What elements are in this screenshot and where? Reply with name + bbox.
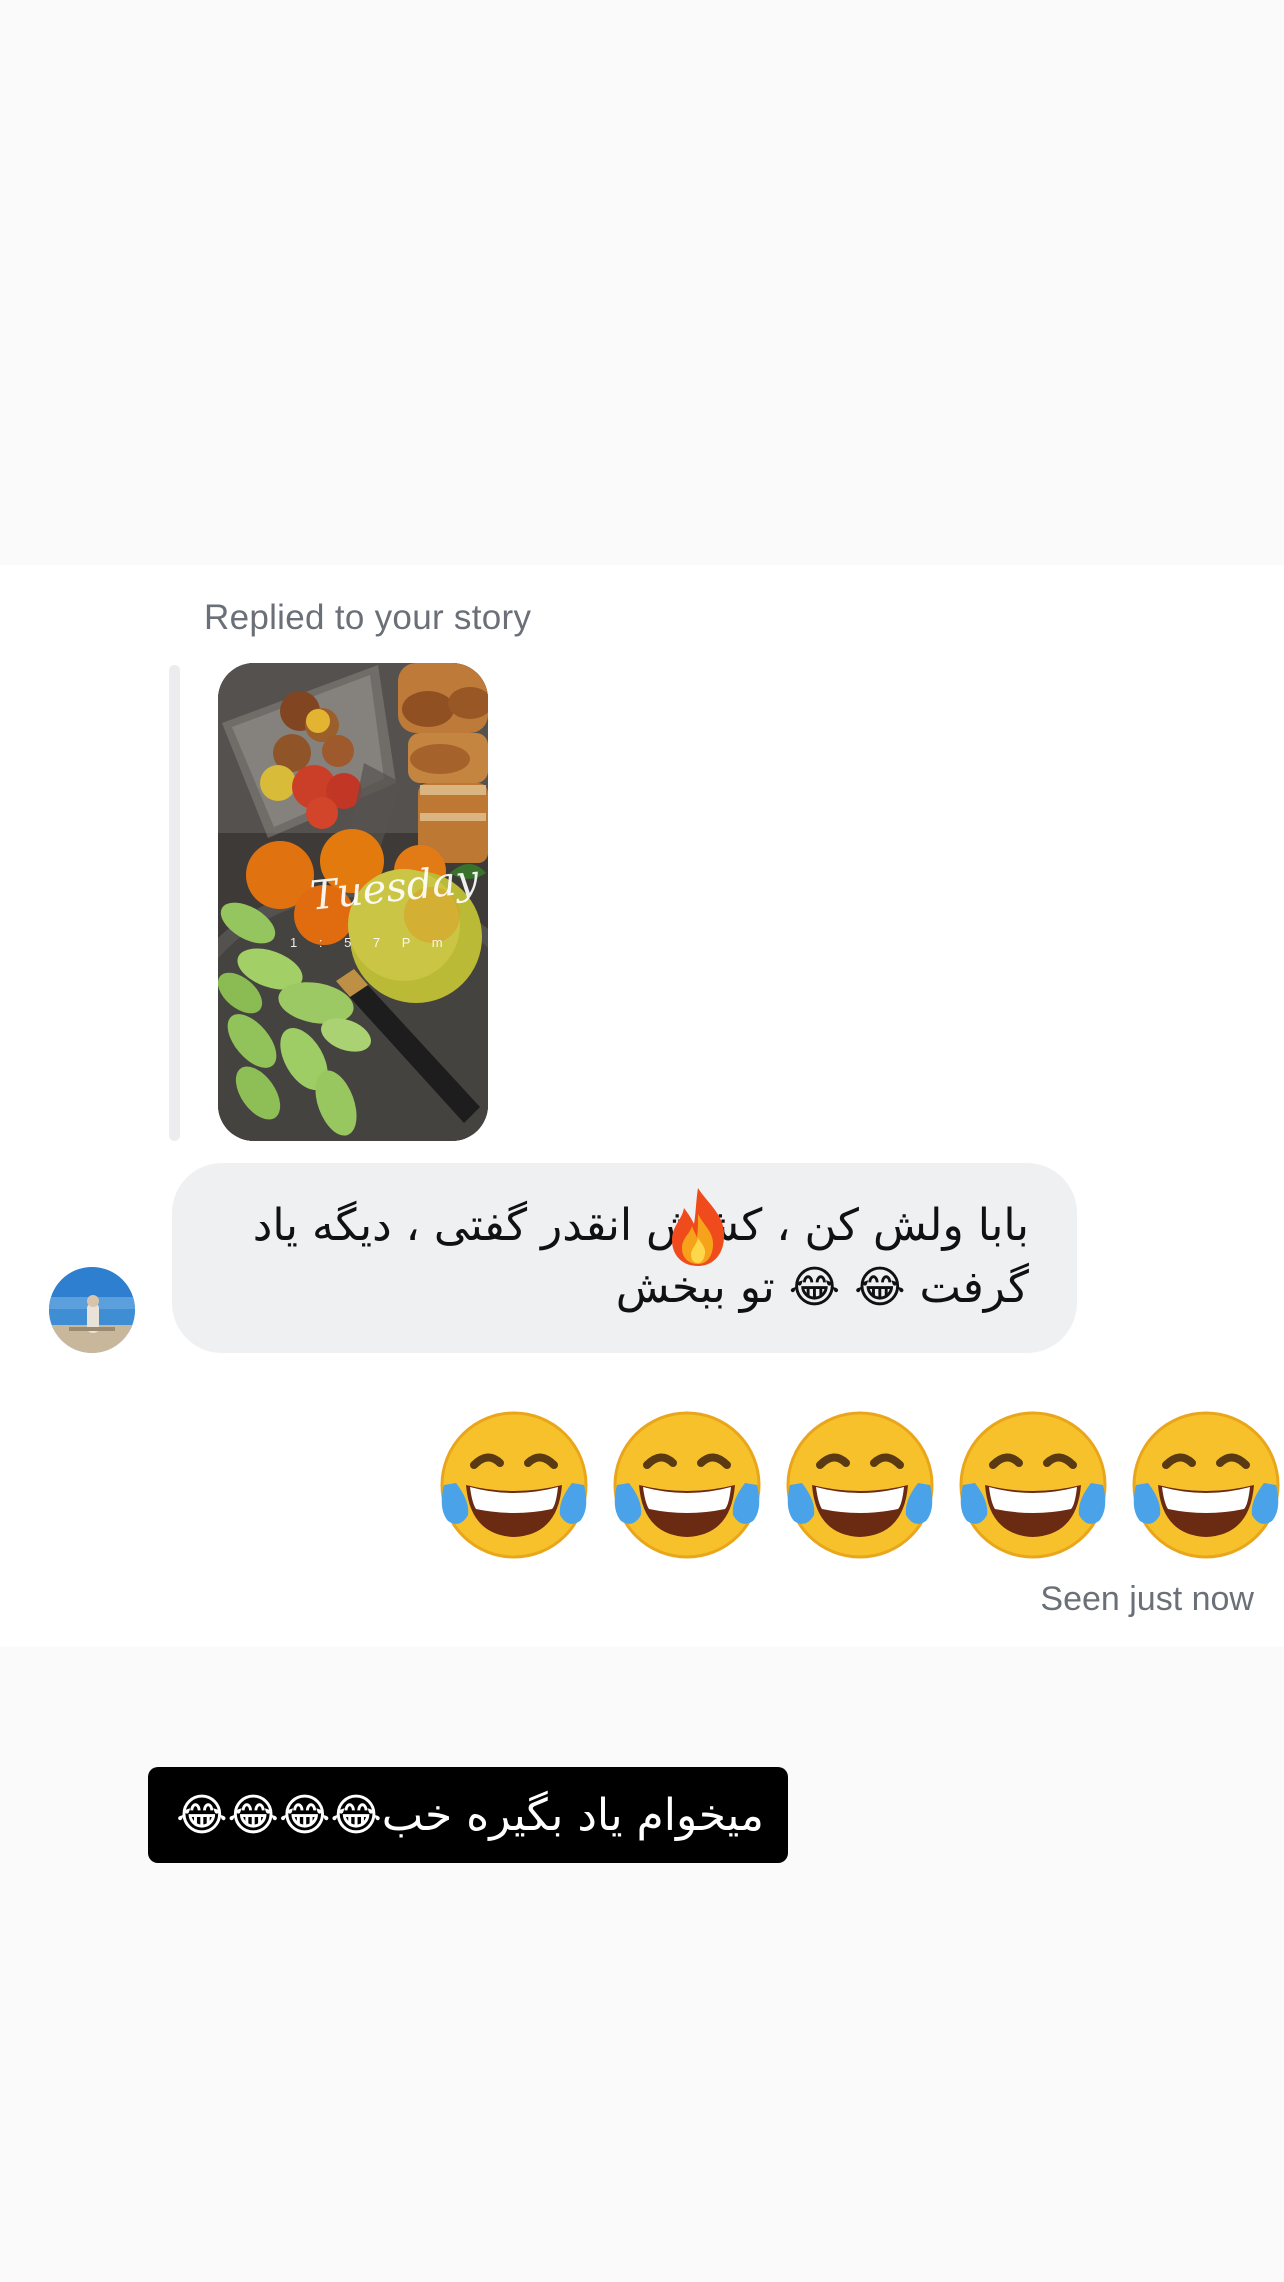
laugh-emoji-icon [613, 1411, 761, 1559]
incoming-message-bubble[interactable]: بابا ولش کن ، کشش انقدر گفتی ، دیگه یاد … [172, 1163, 1077, 1353]
avatar-photo [49, 1267, 135, 1353]
story-caption: میخوام یاد بگیره خب😂😂😂😂 [148, 1767, 788, 1863]
replied-to-story-label: Replied to your story [204, 598, 532, 637]
story-thumbnail[interactable]: Tuesday 1 : 5 7 P m [218, 663, 488, 1141]
laugh-emoji-icon [1132, 1411, 1280, 1559]
sender-avatar[interactable] [49, 1267, 135, 1353]
seen-status: Seen just now [1040, 1580, 1254, 1618]
emoji-reply-message[interactable] [434, 1405, 1284, 1565]
story-time-text: 1 : 5 7 P m [290, 935, 452, 950]
caption-text: میخوام یاد بگیره خب😂😂😂😂 [176, 1789, 764, 1841]
fire-icon [672, 1188, 725, 1266]
message-text: بابا ولش کن ، کشش انقدر گفتی ، دیگه یاد … [252, 1200, 1029, 1313]
laugh-emoji-icon [786, 1411, 934, 1559]
laugh-emoji-icon [959, 1411, 1107, 1559]
laugh-emoji-icon [440, 1411, 588, 1559]
reply-indicator-bar [169, 665, 180, 1141]
